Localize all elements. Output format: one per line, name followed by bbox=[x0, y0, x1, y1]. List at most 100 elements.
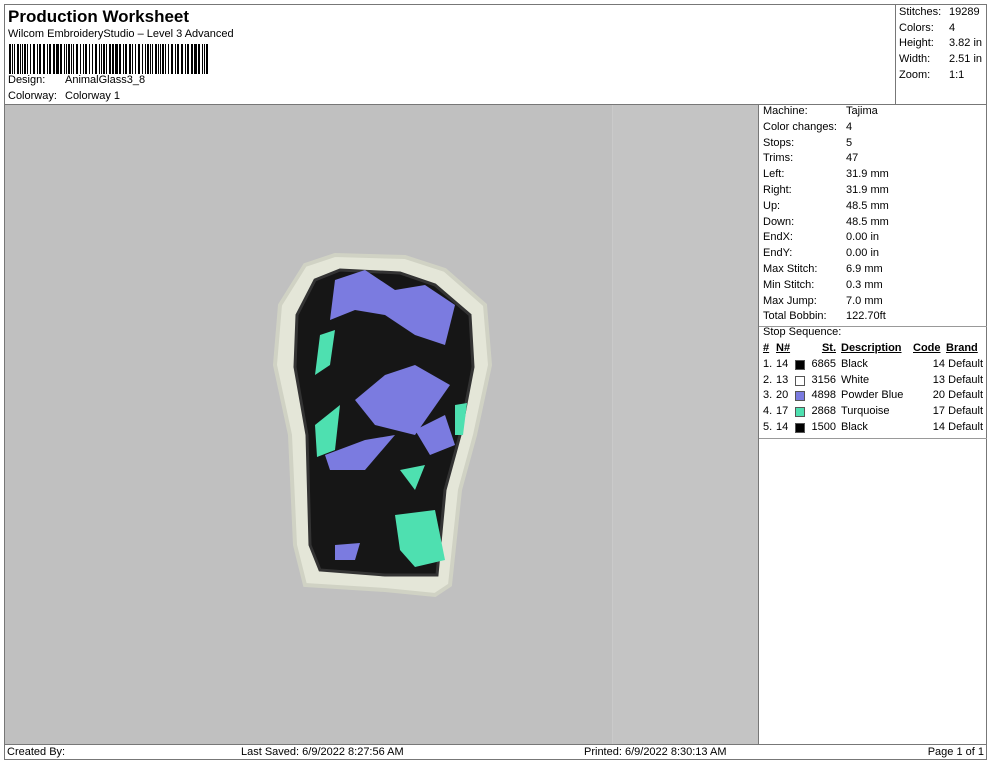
stop-sequence-row: 3. 20 4898 Powder Blue 20 Default bbox=[759, 389, 987, 405]
header-description: Description bbox=[841, 342, 902, 354]
barcode-bar bbox=[125, 44, 127, 74]
info-label: Min Stitch: bbox=[763, 278, 815, 291]
barcode-bar bbox=[20, 44, 21, 74]
stitch-count: 6865 bbox=[811, 357, 836, 370]
info-label: EndX: bbox=[763, 231, 793, 244]
barcode-bar bbox=[63, 44, 65, 74]
barcode-bar bbox=[89, 44, 90, 74]
info-label: Right: bbox=[763, 184, 792, 196]
barcode-bar bbox=[17, 44, 20, 74]
barcode-bar bbox=[114, 44, 116, 74]
barcode-bar bbox=[118, 44, 121, 74]
stat-v: 19289 bbox=[949, 6, 980, 18]
color-swatch bbox=[795, 407, 805, 418]
info-value: 6.9 mm bbox=[846, 263, 883, 275]
info-row: Min Stitch: 0.3 mm bbox=[763, 278, 883, 295]
stat-k: Height: bbox=[899, 37, 934, 50]
info-value: 48.5 mm bbox=[846, 215, 889, 228]
barcode-bar bbox=[165, 44, 166, 74]
barcode-bar bbox=[141, 44, 143, 74]
stat-v: 4 bbox=[949, 21, 956, 34]
color-code: 20 bbox=[932, 389, 945, 402]
barcode-bar bbox=[27, 44, 28, 74]
info-value: 31.9 mm bbox=[846, 168, 889, 181]
info-value: 7.0 mm bbox=[846, 294, 883, 307]
barcode-bar bbox=[95, 44, 98, 74]
color-brand: Default bbox=[948, 373, 983, 386]
barcode-bar bbox=[195, 44, 197, 74]
color-brand: Default bbox=[948, 421, 983, 433]
info-row: Color changes: 4 bbox=[763, 120, 852, 137]
barcode-bar bbox=[171, 44, 174, 74]
barcode-bar bbox=[193, 44, 195, 74]
info-row: Left: 31.9 mm bbox=[763, 168, 889, 184]
color-brand: Default bbox=[948, 389, 983, 402]
barcode-bar bbox=[21, 44, 24, 74]
info-value: 0.3 mm bbox=[846, 278, 883, 291]
design-value: AnimalGlass3_8 bbox=[65, 74, 146, 86]
color-description: Black bbox=[841, 357, 868, 370]
barcode-bar bbox=[116, 44, 118, 74]
barcode-bar bbox=[184, 44, 186, 74]
barcode-bar bbox=[180, 44, 183, 74]
needle-number: 13 bbox=[776, 373, 789, 386]
stop-number: 4. bbox=[763, 405, 773, 418]
stop-sequence-row: 2. 13 3156 White 13 Default bbox=[759, 374, 987, 390]
stat-v: 1:1 bbox=[949, 68, 965, 81]
barcode-bar bbox=[82, 44, 85, 74]
page-title: Production Worksheet bbox=[8, 7, 190, 26]
info-value: 47 bbox=[846, 152, 859, 165]
stop-number: 3. bbox=[763, 389, 773, 402]
info-label: Stops: bbox=[763, 136, 795, 149]
info-label: Total Bobbin: bbox=[763, 310, 827, 323]
barcode-bar bbox=[101, 44, 103, 74]
info-row: Machine: Tajima bbox=[763, 105, 878, 121]
info-label: Max Jump: bbox=[763, 294, 817, 307]
barcode-bar bbox=[9, 44, 12, 74]
color-description: Black bbox=[841, 421, 868, 433]
info-value: 0.00 in bbox=[846, 231, 880, 244]
color-swatch bbox=[795, 391, 805, 402]
color-swatch bbox=[795, 375, 805, 386]
info-row: Stops: 5 bbox=[763, 136, 852, 153]
color-code: 13 bbox=[932, 373, 945, 386]
barcode-bar bbox=[205, 44, 208, 74]
barcode-bar bbox=[76, 44, 79, 74]
stop-number: 1. bbox=[763, 357, 773, 370]
barcode-bar bbox=[151, 44, 154, 74]
worksheet-header: Production Worksheet Wilcom EmbroiderySt… bbox=[4, 4, 987, 105]
barcode-bar bbox=[201, 44, 203, 74]
barcode-bar bbox=[111, 44, 114, 74]
info-label: Max Stitch: bbox=[763, 263, 818, 275]
divider bbox=[759, 438, 987, 439]
barcode-bar bbox=[55, 44, 57, 74]
info-row: Right: 31.9 mm bbox=[763, 184, 889, 200]
stat-k: Zoom: bbox=[899, 68, 931, 81]
embroidery-design-image bbox=[272, 252, 493, 598]
needle-number: 17 bbox=[776, 405, 789, 418]
header-num: # bbox=[763, 342, 770, 354]
barcode-bar bbox=[175, 44, 177, 74]
info-label: Color changes: bbox=[763, 120, 837, 133]
info-row: Down: 48.5 mm bbox=[763, 216, 889, 232]
info-row: EndX: 0.00 in bbox=[763, 231, 879, 247]
stop-sequence-title: Stop Sequence: bbox=[763, 326, 842, 338]
color-description: White bbox=[841, 373, 870, 386]
barcode-bar bbox=[33, 44, 36, 74]
barcode-bar bbox=[13, 44, 16, 74]
stop-sequence-row: 4. 17 2868 Turquoise 17 Default bbox=[759, 405, 987, 421]
color-code: 17 bbox=[932, 405, 945, 418]
barcode-bar bbox=[39, 44, 41, 74]
stop-sequence-row: 1. 14 6865 Black 14 Default bbox=[759, 358, 987, 374]
footer: Created By: Last Saved: 6/9/2022 8:27:56… bbox=[4, 744, 987, 760]
design-info-panel: Machine: Tajima Color changes: 4 Stops: 5 Trim… bbox=[758, 105, 987, 744]
barcode bbox=[9, 44, 209, 74]
colorway-row: Colorway: Colorway 1 bbox=[8, 90, 120, 102]
color-brand: Default bbox=[948, 405, 983, 418]
info-label: Trims: bbox=[763, 152, 794, 165]
barcode-bar bbox=[24, 44, 27, 74]
barcode-bar bbox=[70, 44, 72, 74]
info-label: EndY: bbox=[763, 247, 793, 260]
barcode-bar bbox=[122, 44, 124, 74]
barcode-bar bbox=[177, 44, 179, 74]
